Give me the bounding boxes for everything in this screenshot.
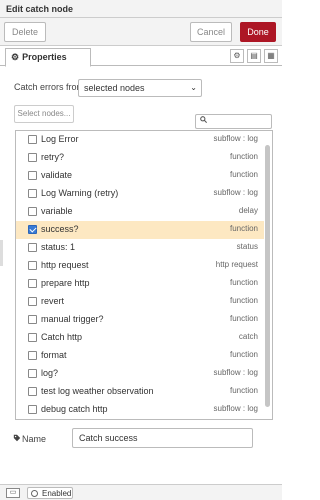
list-item[interactable]: manual trigger? function bbox=[16, 311, 264, 329]
list-item[interactable]: prepare http function bbox=[16, 275, 264, 293]
node-type: function bbox=[229, 224, 258, 233]
select-nodes-button[interactable]: Select nodes... bbox=[14, 105, 74, 123]
node-label: Catch http bbox=[41, 332, 83, 342]
node-checkbox[interactable] bbox=[28, 207, 37, 216]
enabled-label: Enabled bbox=[42, 489, 72, 498]
node-type: subflow : log bbox=[213, 368, 258, 377]
node-checkbox[interactable] bbox=[28, 351, 37, 360]
search-input[interactable] bbox=[195, 114, 272, 129]
appearance-tab-icon[interactable]: ▦ bbox=[264, 49, 278, 63]
tab-properties[interactable]: ⚙ Properties bbox=[5, 48, 91, 67]
node-type: function bbox=[229, 296, 258, 305]
list-item[interactable]: debug catch http subflow : log bbox=[16, 401, 264, 419]
panel-edge bbox=[0, 240, 3, 266]
dialog-toolbar: Delete Cancel Done bbox=[0, 18, 282, 46]
tab-properties-label: Properties bbox=[22, 52, 67, 62]
node-label: revert bbox=[41, 296, 65, 306]
node-type: function bbox=[229, 350, 258, 359]
tabs-bar: ⚙ Properties ⚙ ▤ ▦ bbox=[0, 46, 282, 67]
node-label: status: 1 bbox=[41, 242, 76, 252]
node-checkbox[interactable] bbox=[28, 225, 37, 234]
list-item[interactable]: Log Error subflow : log bbox=[16, 131, 264, 149]
node-label: Log Error bbox=[41, 134, 79, 144]
list-item[interactable]: test log weather observation function bbox=[16, 383, 264, 401]
description-tab-icon[interactable]: ▤ bbox=[247, 49, 261, 63]
list-item[interactable]: Catch http catch bbox=[16, 329, 264, 347]
node-checkbox[interactable] bbox=[28, 333, 37, 342]
node-label: validate bbox=[41, 170, 73, 180]
node-checkbox[interactable] bbox=[28, 261, 37, 270]
dialog-footer: ▭ Enabled bbox=[0, 484, 282, 500]
node-type: function bbox=[229, 386, 258, 395]
list-scrollbar[interactable] bbox=[265, 145, 270, 407]
node-checkbox[interactable] bbox=[28, 297, 37, 306]
list-item[interactable]: status: 1 status bbox=[16, 239, 264, 257]
node-checkbox[interactable] bbox=[28, 171, 37, 180]
node-label: Log Warning (retry) bbox=[41, 188, 119, 198]
node-checkbox[interactable] bbox=[28, 387, 37, 396]
tag-icon bbox=[13, 434, 21, 444]
list-item[interactable]: revert function bbox=[16, 293, 264, 311]
node-label: manual trigger? bbox=[41, 314, 104, 324]
catch-errors-label: Catch errors from bbox=[14, 82, 85, 92]
node-type: function bbox=[229, 314, 258, 323]
node-type: function bbox=[229, 152, 258, 161]
node-checkbox[interactable] bbox=[28, 135, 37, 144]
node-type: catch bbox=[238, 332, 258, 341]
node-type: function bbox=[229, 170, 258, 179]
node-label: http request bbox=[41, 260, 89, 270]
list-item[interactable]: retry? function bbox=[16, 149, 264, 167]
node-list: Log Error subflow : log retry? function vali… bbox=[15, 130, 273, 420]
delete-button[interactable]: Delete bbox=[4, 22, 46, 42]
node-type: function bbox=[229, 278, 258, 287]
list-item[interactable]: format function bbox=[16, 347, 264, 365]
node-label: success? bbox=[41, 224, 79, 234]
node-label: format bbox=[41, 350, 67, 360]
list-item[interactable]: success? function bbox=[16, 221, 264, 239]
node-label: debug catch http bbox=[41, 404, 108, 414]
circle-icon bbox=[31, 490, 38, 497]
node-checkbox[interactable] bbox=[28, 189, 37, 198]
chevron-down-icon: ⌄ bbox=[190, 83, 197, 92]
node-label: log? bbox=[41, 368, 59, 378]
node-label: variable bbox=[41, 206, 73, 216]
list-item[interactable]: log? subflow : log bbox=[16, 365, 264, 383]
node-type: subflow : log bbox=[213, 404, 258, 413]
list-item[interactable]: validate function bbox=[16, 167, 264, 185]
node-type: delay bbox=[238, 206, 258, 215]
enabled-toggle[interactable]: Enabled bbox=[27, 487, 73, 499]
node-label: retry? bbox=[41, 152, 65, 162]
gear-icon: ⚙ bbox=[11, 52, 20, 62]
search-icon bbox=[200, 116, 208, 125]
node-checkbox[interactable] bbox=[28, 153, 37, 162]
node-label: test log weather observation bbox=[41, 386, 154, 396]
done-button[interactable]: Done bbox=[240, 22, 276, 42]
book-icon[interactable]: ▭ bbox=[6, 488, 20, 498]
node-type: status bbox=[236, 242, 258, 251]
name-field[interactable]: Catch success bbox=[72, 428, 253, 448]
node-checkbox[interactable] bbox=[28, 315, 37, 324]
list-item[interactable]: variable delay bbox=[16, 203, 264, 221]
settings-tab-icon[interactable]: ⚙ bbox=[230, 49, 244, 63]
list-item[interactable]: Log Warning (retry) subflow : log bbox=[16, 185, 264, 203]
list-item[interactable]: http request http request bbox=[16, 257, 264, 275]
catch-errors-value: selected nodes bbox=[84, 83, 145, 93]
node-type: subflow : log bbox=[213, 188, 258, 197]
node-type: subflow : log bbox=[213, 134, 258, 143]
catch-errors-select[interactable]: selected nodes ⌄ bbox=[78, 79, 202, 97]
node-type: http request bbox=[215, 260, 258, 269]
name-label: Name bbox=[22, 434, 47, 444]
cancel-button[interactable]: Cancel bbox=[190, 22, 232, 42]
dialog-title: Edit catch node bbox=[0, 0, 282, 18]
node-checkbox[interactable] bbox=[28, 369, 37, 378]
node-label: prepare http bbox=[41, 278, 90, 288]
node-checkbox[interactable] bbox=[28, 405, 37, 414]
node-checkbox[interactable] bbox=[28, 279, 37, 288]
node-checkbox[interactable] bbox=[28, 243, 37, 252]
